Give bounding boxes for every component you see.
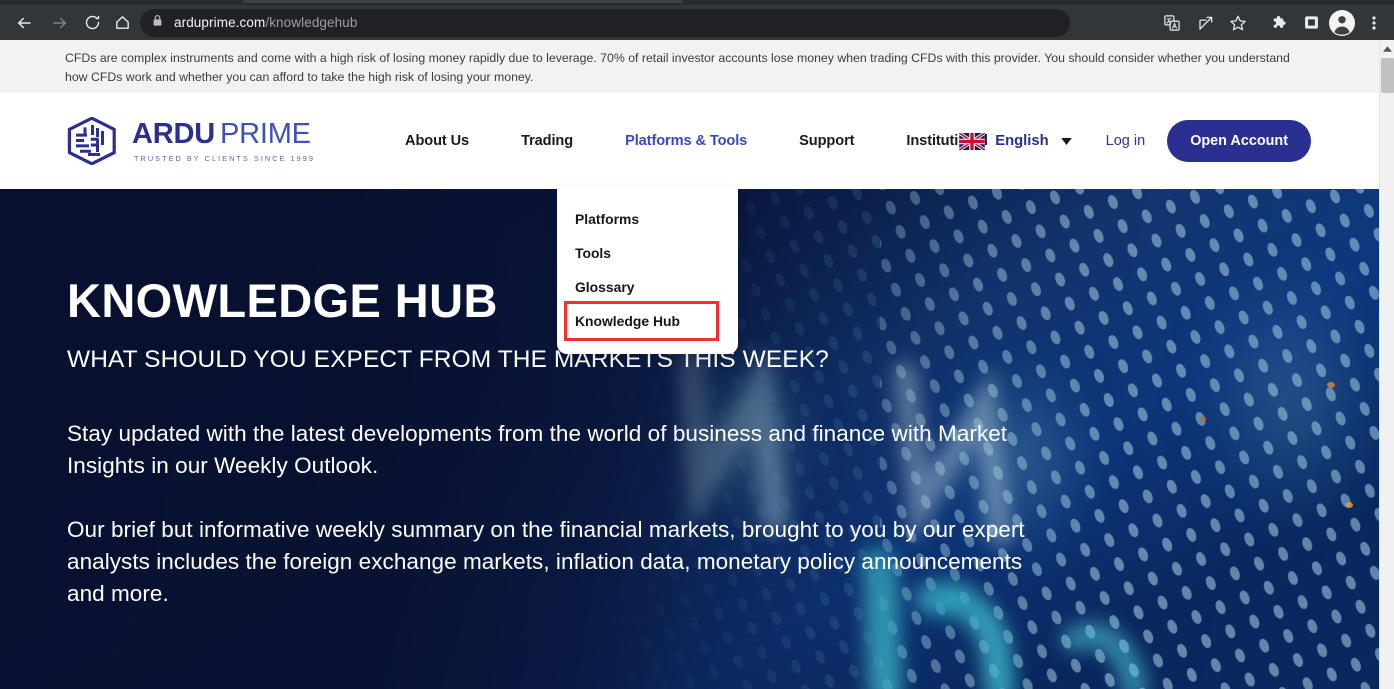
hero-body-copy: Stay updated with the latest development…: [67, 418, 1027, 610]
hexagon-maze-logo-icon: [66, 116, 118, 166]
chevron-down-icon: [1060, 132, 1072, 150]
logo-tagline: TRUSTED BY CLIENTS SINCE 1999: [134, 153, 315, 163]
page-subtitle: WHAT SHOULD YOU EXPECT FROM THE MARKETS …: [67, 346, 829, 373]
share-icon: [1197, 14, 1215, 32]
vertical-scrollbar[interactable]: [1379, 40, 1394, 689]
extensions-puzzle-icon: [1270, 14, 1287, 31]
open-account-button[interactable]: Open Account: [1167, 120, 1311, 162]
browser-chrome: arduprime.com/knowledgehub: [0, 0, 1394, 40]
nav-item-platforms-and-tools[interactable]: Platforms & Tools: [599, 133, 773, 149]
page-title: KNOWLEDGE HUB: [67, 274, 498, 327]
scroll-up-arrow-icon[interactable]: [1380, 42, 1394, 55]
page-viewport: CFDs are complex instruments and come wi…: [0, 40, 1379, 689]
url-path: /knowledgehub: [265, 15, 358, 30]
nav-item-trading[interactable]: Trading: [495, 133, 599, 149]
url-host: arduprime.com: [174, 15, 266, 30]
bookmark-button[interactable]: [1224, 9, 1252, 37]
profile-button[interactable]: [1328, 9, 1356, 37]
home-icon: [114, 14, 131, 31]
hero-content: KNOWLEDGE HUB WHAT SHOULD YOU EXPECT FRO…: [67, 189, 1027, 610]
dropdown-item-glossary[interactable]: Glossary: [557, 270, 738, 304]
active-tab[interactable]: [243, 0, 683, 3]
url-text: arduprime.com/knowledgehub: [174, 15, 357, 30]
uk-flag-icon: [958, 131, 986, 151]
language-selector[interactable]: English: [958, 131, 1072, 151]
translate-icon: [1163, 14, 1181, 32]
dropdown-item-platforms[interactable]: Platforms: [557, 202, 738, 236]
forward-arrow-icon: [51, 14, 69, 32]
side-panel-button[interactable]: [1297, 9, 1325, 37]
home-button[interactable]: [108, 9, 136, 37]
lock-icon: [152, 14, 163, 32]
three-dot-menu-icon: [1366, 15, 1382, 31]
translate-button[interactable]: [1158, 9, 1186, 37]
site-logo[interactable]: ARDU PRIME TRUSTED BY CLIENTS SINCE 1999: [66, 116, 315, 166]
logo-name-bold: ARDU: [132, 117, 215, 150]
hero-paragraph-1: Stay updated with the latest development…: [67, 421, 1008, 478]
risk-warning-banner: CFDs are complex instruments and come wi…: [0, 40, 1379, 93]
side-panel-icon: [1303, 14, 1320, 31]
browser-menu-button[interactable]: [1360, 9, 1388, 37]
logo-wordmark: ARDU PRIME TRUSTED BY CLIENTS SINCE 1999: [132, 117, 315, 163]
language-label: English: [995, 133, 1049, 149]
share-button[interactable]: [1192, 9, 1220, 37]
scrollbar-thumb[interactable]: [1381, 58, 1394, 93]
login-link[interactable]: Log in: [1106, 133, 1146, 149]
logo-name-light: PRIME: [219, 117, 311, 150]
nav-item-support[interactable]: Support: [773, 133, 880, 149]
address-bar[interactable]: arduprime.com/knowledgehub: [140, 8, 1070, 37]
dropdown-item-tools[interactable]: Tools: [557, 236, 738, 270]
reload-icon: [84, 14, 101, 31]
back-button[interactable]: [10, 9, 38, 37]
navbar-actions: English Log in Open Account: [958, 120, 1311, 162]
forward-button[interactable]: [46, 9, 74, 37]
profile-avatar-icon: [1329, 9, 1355, 36]
nav-item-about-us[interactable]: About Us: [400, 133, 495, 149]
dropdown-item-knowledge-hub[interactable]: Knowledge Hub: [564, 301, 719, 341]
browser-toolbar: arduprime.com/knowledgehub: [0, 5, 1394, 40]
primary-navigation: About Us Trading Platforms & Tools Suppo…: [400, 133, 1014, 149]
reload-button[interactable]: [78, 9, 106, 37]
hero-paragraph-2: Our brief but informative weekly summary…: [67, 517, 1025, 606]
extensions-button[interactable]: [1264, 9, 1292, 37]
risk-warning-text: CFDs are complex instruments and come wi…: [65, 51, 1290, 84]
back-arrow-icon: [15, 14, 33, 32]
bookmark-star-icon: [1229, 14, 1247, 32]
site-navbar: ARDU PRIME TRUSTED BY CLIENTS SINCE 1999…: [0, 93, 1379, 189]
platforms-tools-dropdown: Platforms Tools Glossary Knowledge Hub: [557, 188, 738, 354]
